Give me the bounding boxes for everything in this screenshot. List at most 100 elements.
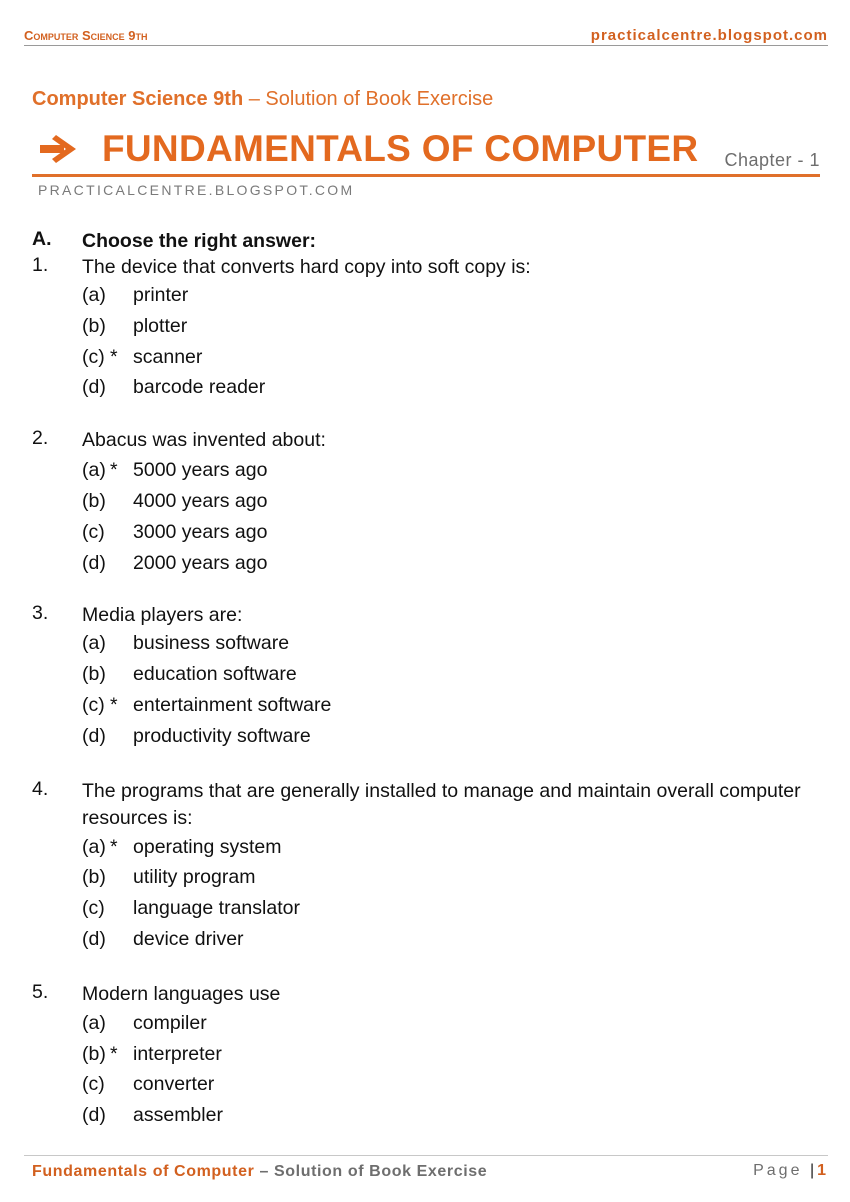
option-text: converter [133, 1073, 215, 1096]
section-heading: A. Choose the right answer: [32, 228, 832, 254]
option-label: (d) [82, 551, 106, 574]
option-a: (a) printer [32, 284, 832, 315]
option-c: (c) * entertainment software [32, 694, 832, 725]
question-1: 1. The device that converts hard copy in… [32, 254, 832, 407]
option-label: (b) [82, 1042, 106, 1065]
section-label: A. [32, 228, 52, 250]
option-c: (c) converter [32, 1073, 832, 1104]
option-label: (c) [82, 897, 105, 920]
question-stem: 3. Media players are: [32, 602, 832, 632]
section-title: Choose the right answer: [82, 230, 317, 252]
question-stem: 2. Abacus was invented about: [32, 427, 832, 459]
question-number: 4. [32, 777, 49, 800]
option-text: device driver [133, 927, 244, 950]
option-b: (b) * interpreter [32, 1043, 832, 1074]
question-4: 4. The programs that are generally insta… [32, 778, 832, 959]
exercise-content: A. Choose the right answer: 1. The devic… [32, 228, 832, 1135]
chapter-label: Chapter - 1 [724, 150, 820, 170]
option-text: assembler [133, 1104, 223, 1127]
blog-watermark: PRACTICALCENTRE.BLOGSPOT.COM [38, 182, 355, 198]
option-text: barcode reader [133, 376, 266, 399]
question-number: 5. [32, 980, 49, 1003]
option-text: plotter [133, 314, 188, 337]
running-footer: Fundamentals of Computer – Solution of B… [24, 1155, 828, 1186]
option-d: (d) 2000 years ago [32, 552, 832, 583]
option-c: (c) 3000 years ago [32, 521, 832, 552]
question-3: 3. Media players are: (a) business softwa… [32, 602, 832, 755]
arrow-right-icon [40, 135, 76, 163]
option-d: (d) productivity software [32, 725, 832, 756]
answer-mark: * [110, 1042, 118, 1065]
chapter-title-row: FUNDAMENTALS OF COMPUTER Chapter - 1 [32, 126, 820, 177]
answer-mark: * [110, 345, 118, 368]
option-a: (a) * 5000 years ago [32, 459, 832, 490]
option-c: (c) language translator [32, 897, 832, 928]
option-text: 5000 years ago [133, 459, 268, 482]
option-b: (b) education software [32, 663, 832, 694]
subtitle-rest: – Solution of Book Exercise [243, 88, 494, 110]
option-label: (c) [82, 520, 105, 543]
option-c: (c) * scanner [32, 346, 832, 377]
page-separator: | [809, 1162, 815, 1179]
page-number: 1 [817, 1162, 826, 1179]
question-text: Abacus was invented about: [82, 429, 326, 452]
subtitle-course: Computer Science 9th [32, 88, 244, 110]
question-text: The programs that are generally installe… [82, 779, 801, 829]
option-text: scanner [133, 345, 203, 368]
option-text: compiler [133, 1011, 207, 1034]
running-header: Computer Science 9th practicalcentre.blo… [24, 27, 828, 46]
footer-subtitle: – Solution of Book Exercise [254, 1163, 488, 1180]
question-text: The device that converts hard copy into … [82, 256, 531, 278]
option-text: operating system [133, 835, 282, 858]
option-b: (b) plotter [32, 315, 832, 346]
option-text: 4000 years ago [133, 489, 268, 512]
option-label: (d) [82, 1104, 106, 1127]
question-text: Media players are: [82, 604, 243, 627]
option-label: (b) [82, 866, 106, 889]
option-label: (a) [82, 459, 106, 482]
answer-mark: * [110, 459, 118, 482]
option-d: (d) barcode reader [32, 376, 832, 407]
option-label: (d) [82, 724, 106, 747]
option-label: (a) [82, 284, 106, 306]
option-label: (c) [82, 345, 105, 368]
option-label: (d) [82, 376, 106, 399]
footer-chapter-name: Fundamentals of Computer [32, 1163, 255, 1180]
option-text: printer [133, 284, 189, 306]
page-title: FUNDAMENTALS OF COMPUTER [102, 128, 699, 169]
option-text: 3000 years ago [133, 520, 268, 543]
question-stem: 4. The programs that are generally insta… [32, 778, 832, 836]
option-text: interpreter [133, 1042, 222, 1065]
option-a: (a) compiler [32, 1012, 832, 1043]
option-label: (c) [82, 693, 105, 716]
question-2: 2. Abacus was invented about: (a) * 5000 y… [32, 427, 832, 582]
question-stem: 5. Modern languages use [32, 981, 832, 1012]
question-number: 1. [32, 254, 49, 276]
option-label: (b) [82, 489, 106, 512]
question-number: 2. [32, 427, 49, 450]
option-text: business software [133, 632, 290, 655]
option-label: (c) [82, 1073, 105, 1096]
footer-title: Fundamentals of Computer – Solution of B… [32, 1163, 487, 1181]
question-text: Modern languages use [82, 982, 281, 1005]
option-text: entertainment software [133, 693, 332, 716]
option-a: (a) business software [32, 632, 832, 663]
option-text: 2000 years ago [133, 551, 268, 574]
option-label: (a) [82, 632, 106, 655]
option-b: (b) utility program [32, 866, 832, 897]
option-text: language translator [133, 897, 300, 920]
option-label: (a) [82, 1011, 106, 1034]
question-5: 5. Modern languages use (a) compiler (b) *… [32, 981, 832, 1135]
header-blog-url[interactable]: practicalcentre.blogspot.com [591, 27, 828, 44]
answer-mark: * [110, 693, 118, 716]
option-text: utility program [133, 866, 256, 889]
page-label: Page [753, 1162, 803, 1179]
question-stem: 1. The device that converts hard copy in… [32, 254, 832, 284]
document-subtitle: Computer Science 9th – Solution of Book … [32, 88, 493, 111]
option-d: (d) assembler [32, 1104, 832, 1135]
answer-mark: * [110, 835, 118, 858]
option-label: (d) [82, 927, 106, 950]
option-text: education software [133, 663, 297, 686]
question-number: 3. [32, 602, 49, 625]
option-d: (d) device driver [32, 928, 832, 959]
